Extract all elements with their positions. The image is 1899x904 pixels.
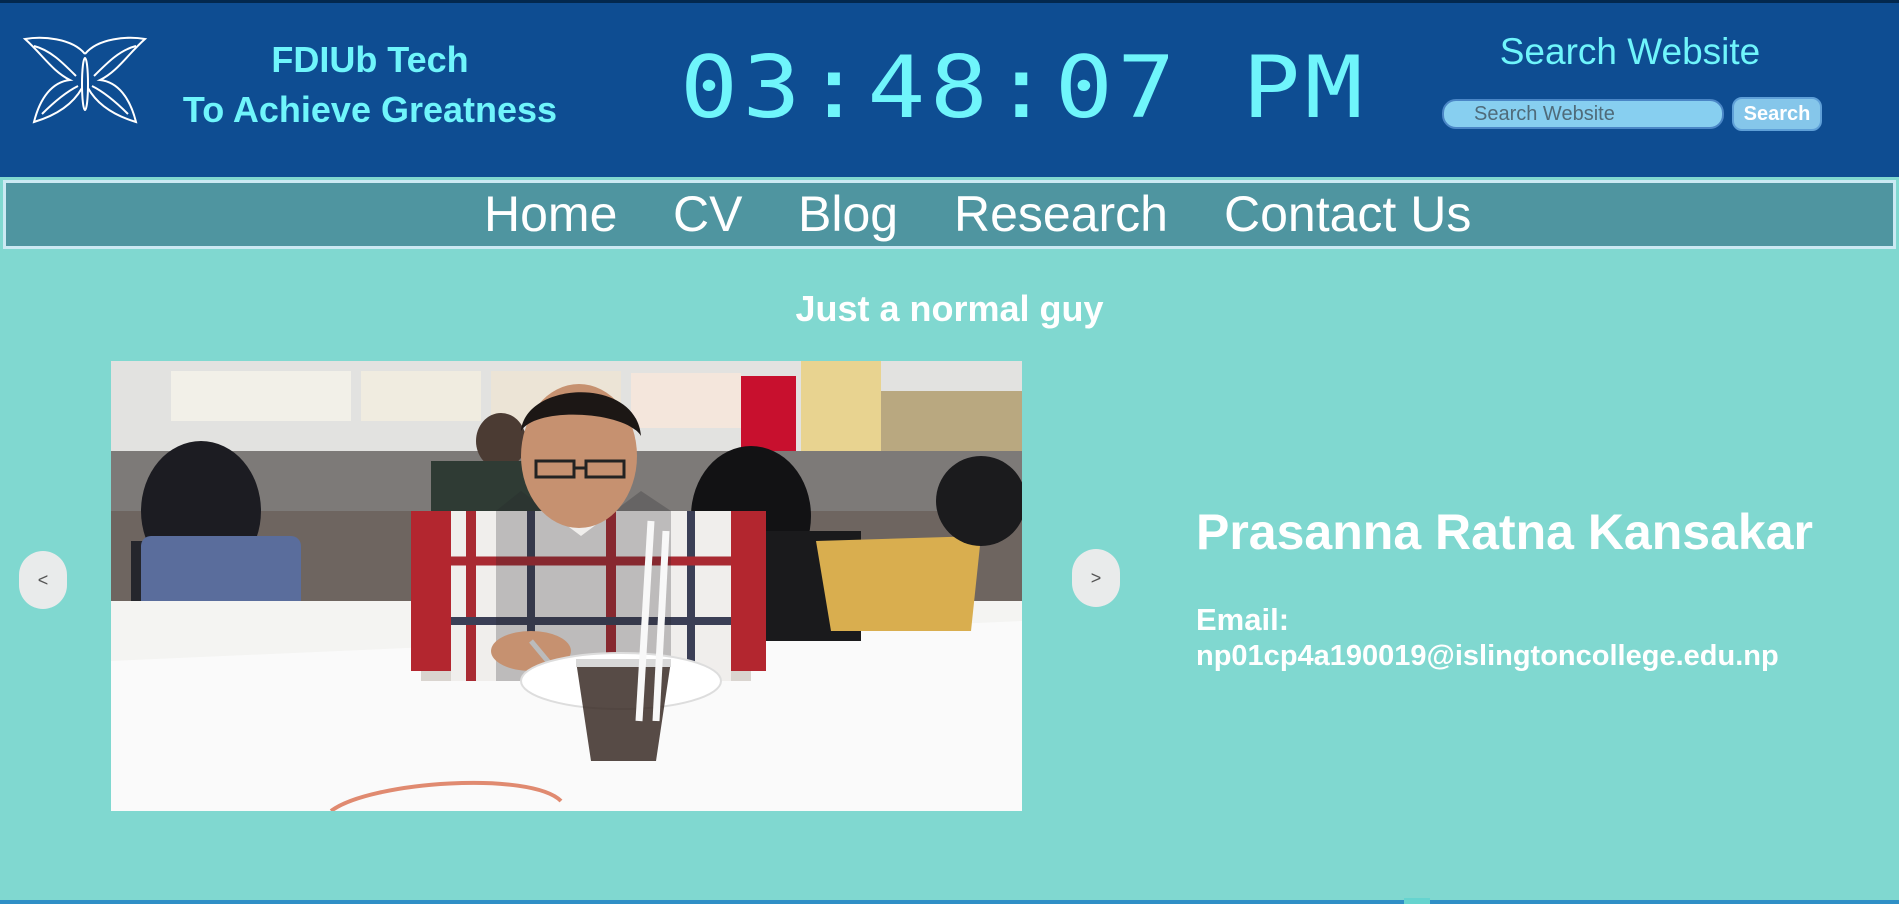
nav-item-home[interactable]: Home (484, 183, 617, 246)
email-label: Email: (1196, 602, 1290, 637)
nav-item-contact-us[interactable]: Contact Us (1224, 183, 1471, 246)
profile-photo (111, 361, 1022, 811)
email-address: np01cp4a190019@islingtoncollege.edu.np (1196, 640, 1779, 672)
person-name: Prasanna Ratna Kansakar (1196, 504, 1813, 560)
search-button[interactable]: Search (1732, 97, 1822, 131)
slider-next-button[interactable]: > (1072, 549, 1120, 607)
tagline: Just a normal guy (795, 288, 1104, 329)
page-bottom-border (0, 900, 1899, 904)
profile-photo-image (111, 361, 1022, 811)
main-nav: Home CV Blog Research Contact Us (3, 180, 1896, 249)
nav-item-blog[interactable]: Blog (798, 183, 898, 246)
nav-item-cv[interactable]: CV (673, 183, 742, 246)
nav-item-research[interactable]: Research (954, 183, 1168, 246)
search-heading: Search Website (1499, 31, 1761, 72)
scroll-indicator (1404, 898, 1430, 904)
digital-clock: 03:48:07 PM (680, 38, 1368, 138)
search-input[interactable] (1442, 99, 1724, 129)
site-header: FDIUb Tech To Achieve Greatness 03:48:07… (0, 0, 1899, 177)
site-brand: FDIUb Tech To Achieve Greatness (160, 35, 580, 135)
butterfly-icon (22, 36, 148, 124)
brand-slogan: To Achieve Greatness (182, 89, 558, 130)
brand-name: FDIUb Tech (271, 39, 469, 80)
slider-prev-button[interactable]: < (19, 551, 67, 609)
